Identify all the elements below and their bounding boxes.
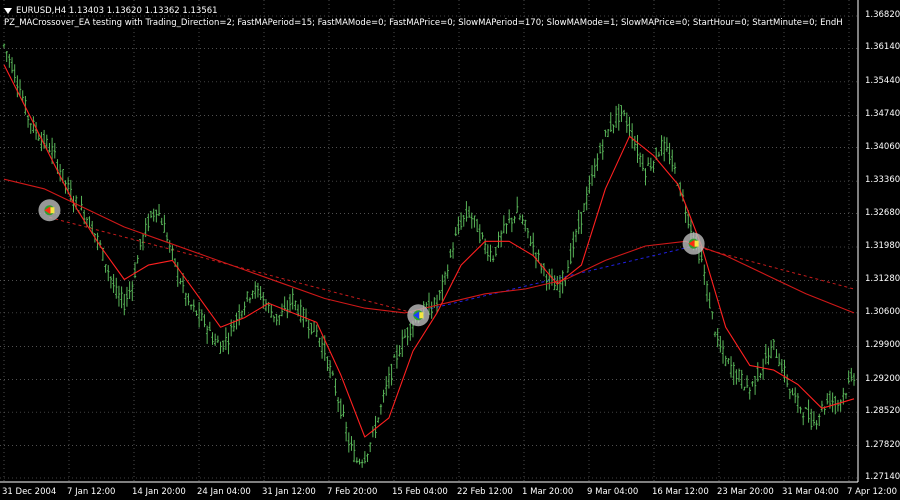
time-tick-label: 7 Jan 12:00 <box>67 487 116 497</box>
sell-signal-icon[interactable] <box>682 232 705 255</box>
signal-box <box>419 312 424 319</box>
time-tick-label: 14 Jan 20:00 <box>132 487 186 497</box>
dropdown-triangle-icon[interactable] <box>4 7 12 14</box>
time-tick-label: 22 Feb 12:00 <box>457 487 513 497</box>
chart-canvas[interactable] <box>0 0 900 500</box>
price-tick-label: 1.34060 <box>865 141 900 152</box>
time-tick-label: 7 Feb 20:00 <box>327 487 378 497</box>
time-tick-label: 31 Mar 04:00 <box>782 487 839 497</box>
signal-box <box>50 207 55 214</box>
price-tick-label: 1.31280 <box>865 274 900 285</box>
price-tick-label: 1.27820 <box>865 439 900 450</box>
price-tick-label: 1.29900 <box>865 340 900 351</box>
time-tick-label: 1 Mar 20:00 <box>522 487 574 497</box>
buy-signal-icon[interactable] <box>407 304 430 327</box>
sell-signal-icon[interactable] <box>38 199 61 222</box>
ea-settings-line: PZ_MACrossover_EA testing with Trading_D… <box>4 18 843 28</box>
price-tick-label: 1.29200 <box>865 373 900 384</box>
price-tick-label: 1.30600 <box>865 306 900 317</box>
price-tick-label: 1.34740 <box>865 109 900 120</box>
time-tick-label: 31 Dec 2004 <box>2 487 57 497</box>
price-tick-label: 1.28520 <box>865 406 900 417</box>
time-tick-label: 31 Jan 12:00 <box>262 487 316 497</box>
time-tick-label: 15 Feb 04:00 <box>392 487 448 497</box>
time-tick-label: 9 Mar 04:00 <box>587 487 639 497</box>
time-tick-label: 23 Mar 20:00 <box>717 487 774 497</box>
price-tick-label: 1.35440 <box>865 75 900 86</box>
plot-background <box>0 0 858 482</box>
time-tick-label: 7 Apr 12:00 <box>847 487 898 497</box>
price-tick-label: 1.32680 <box>865 207 900 218</box>
price-tick-label: 1.31980 <box>865 241 900 251</box>
price-tick-label: 1.36820 <box>865 10 900 20</box>
symbol-ohlc: EURUSD,H4 1.13403 1.13620 1.13362 1.1356… <box>16 6 218 16</box>
price-tick-label: 1.27140 <box>865 472 900 482</box>
symbol-header: EURUSD,H4 1.13403 1.13620 1.13362 1.1356… <box>4 6 218 16</box>
signal-box <box>694 240 699 247</box>
price-chart[interactable]: EURUSD,H4 1.13403 1.13620 1.13362 1.1356… <box>0 0 900 500</box>
time-tick-label: 24 Jan 04:00 <box>197 487 251 497</box>
price-tick-label: 1.33360 <box>865 175 900 186</box>
time-tick-label: 16 Mar 12:00 <box>652 487 709 497</box>
price-tick-label: 1.36140 <box>865 42 900 53</box>
